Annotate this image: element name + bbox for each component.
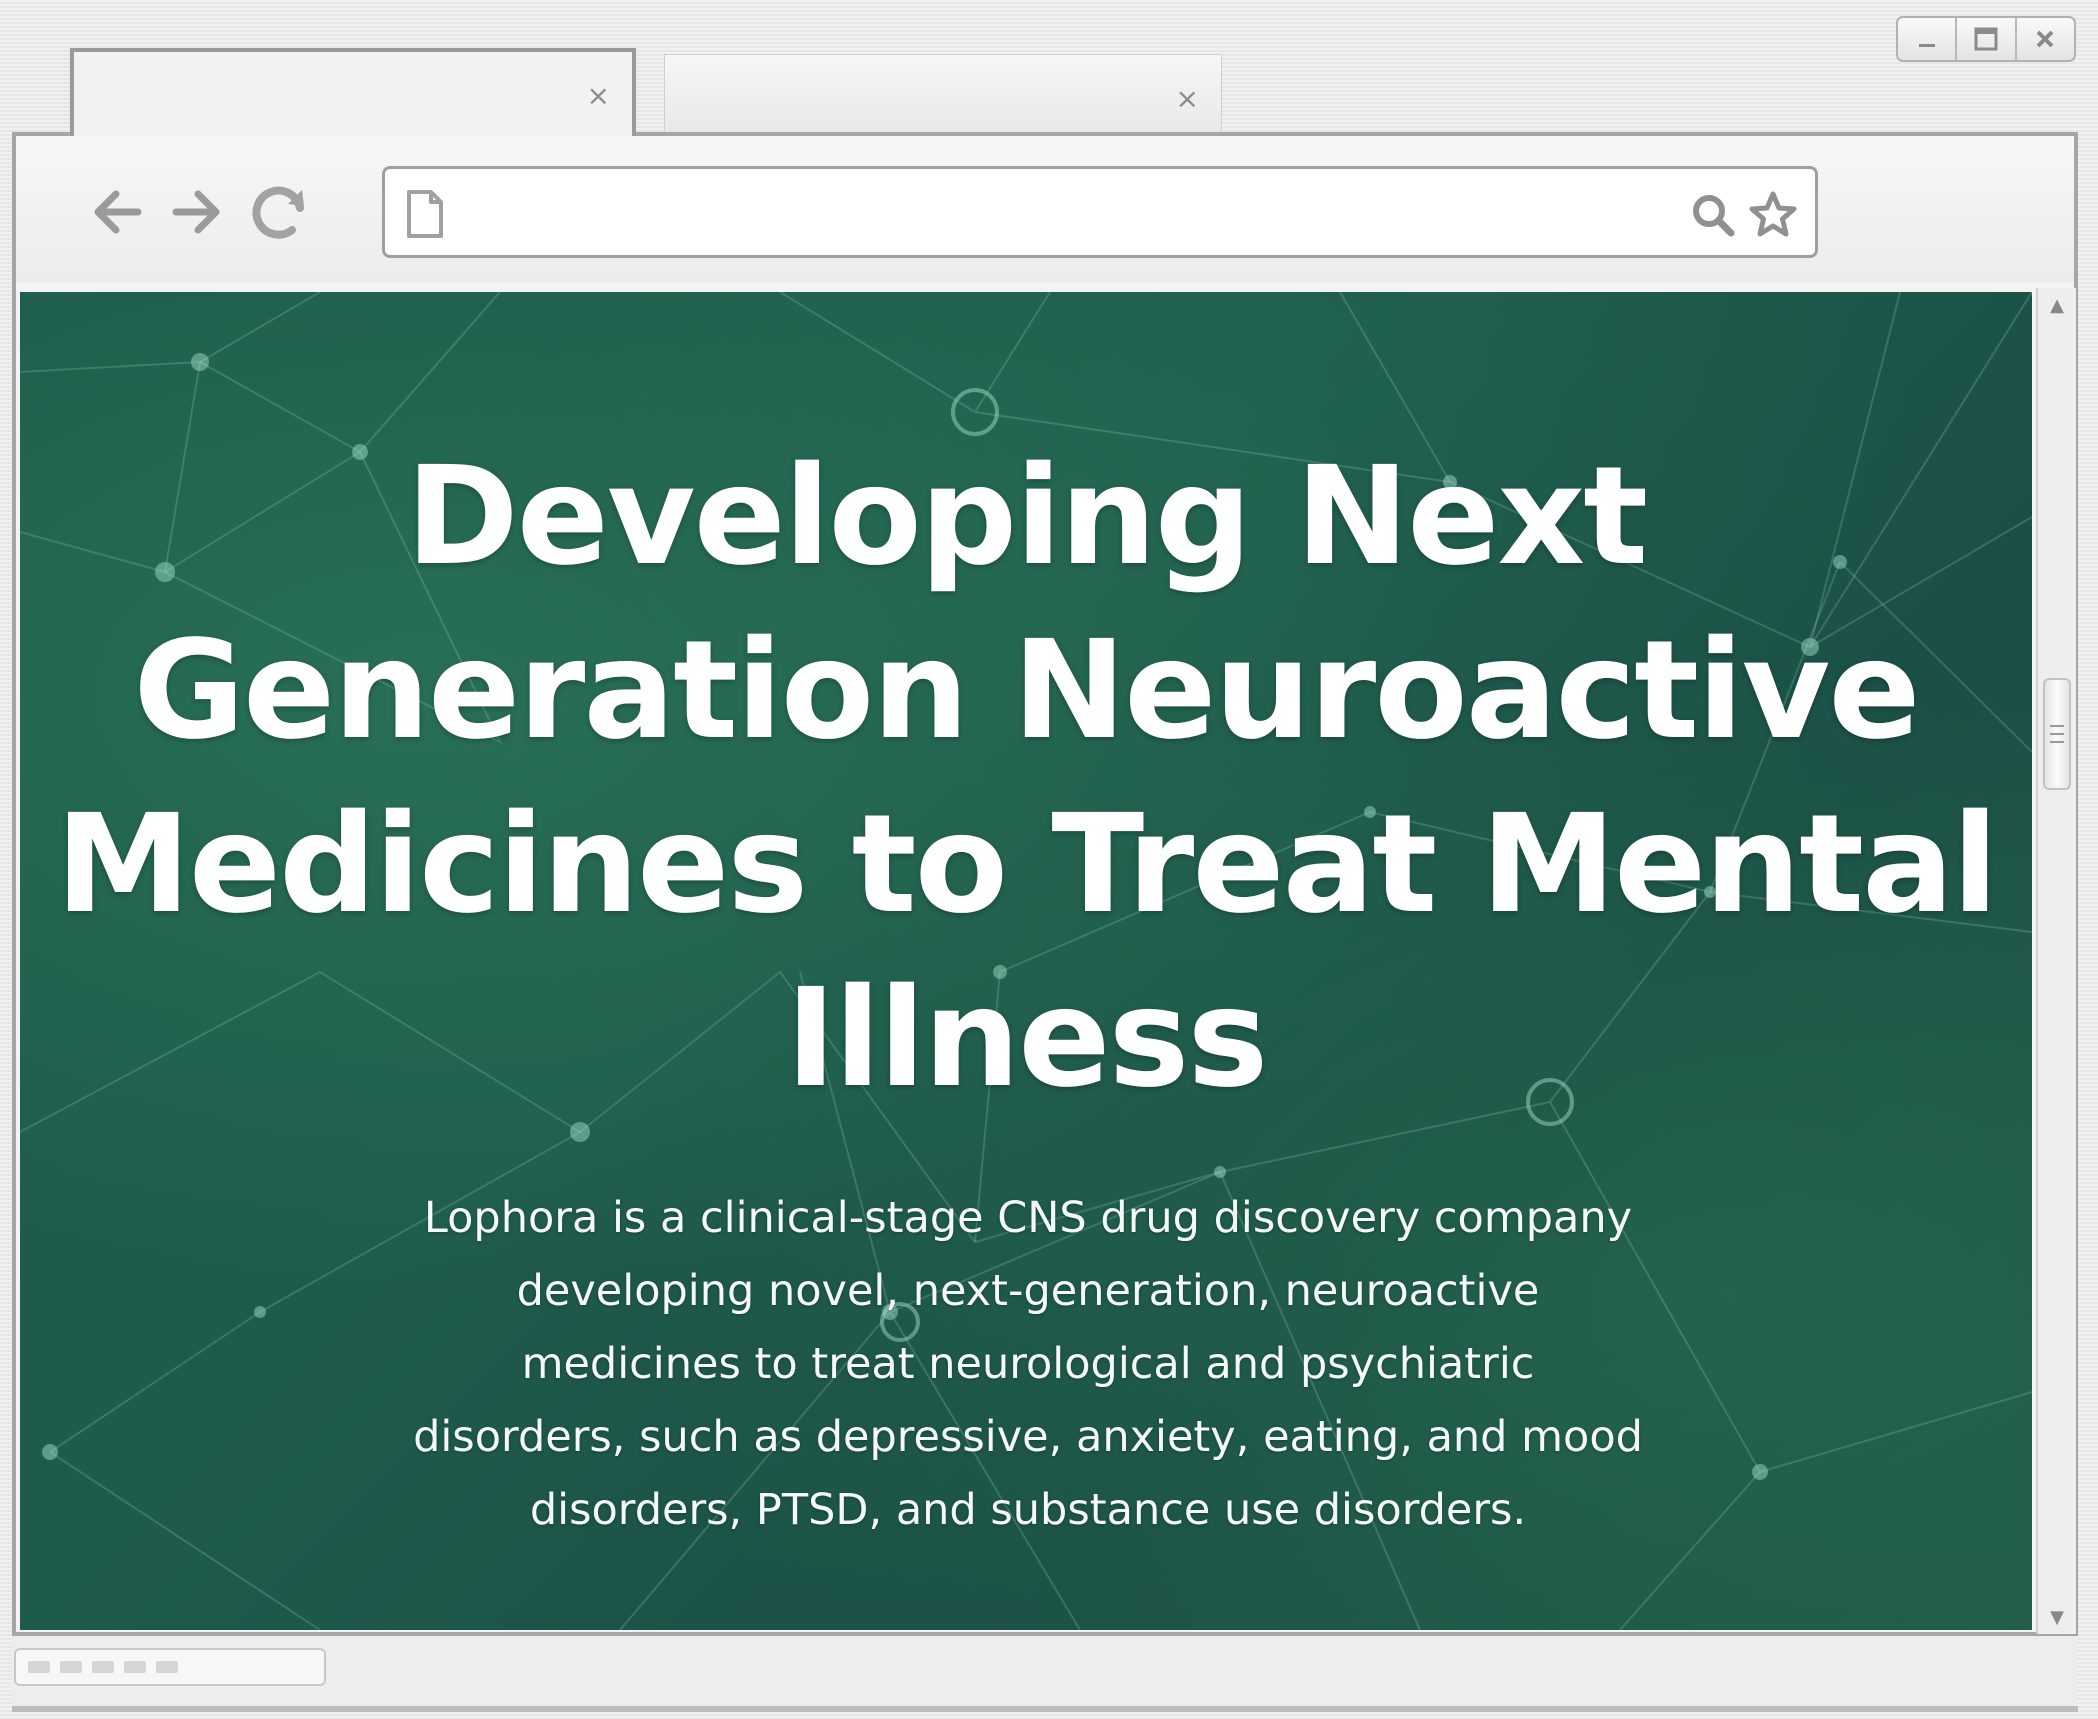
description-line: disorders, such as depressive, anxiety, … [413, 1412, 1643, 1462]
maximize-icon [1974, 27, 1998, 51]
back-button[interactable] [84, 178, 152, 246]
description-line: developing novel, next-generation, neuro… [516, 1266, 1540, 1316]
status-indicator [14, 1648, 326, 1686]
tab-close-icon[interactable]: × [1176, 85, 1199, 113]
tab-active[interactable]: × [70, 48, 636, 136]
forward-arrow-icon [172, 190, 220, 234]
headline-line: Developing Next [405, 438, 1648, 596]
forward-button[interactable] [162, 178, 230, 246]
description-line: Lophora is a clinical-stage CNS drug dis… [423, 1193, 1633, 1243]
headline-line: Generation Neuroactive [133, 612, 1920, 770]
close-window-button[interactable] [2014, 18, 2074, 60]
tab-inactive[interactable]: × [664, 54, 1222, 132]
back-arrow-icon [94, 190, 142, 234]
maximize-button[interactable] [1955, 18, 2014, 60]
window-bottom-edge [12, 1706, 2078, 1712]
tab-close-icon[interactable]: × [587, 82, 610, 110]
window-controls [1896, 16, 2076, 62]
address-bar[interactable] [382, 166, 1818, 258]
reload-icon [252, 186, 304, 239]
scroll-thumb[interactable] [2043, 678, 2071, 790]
vertical-scrollbar[interactable]: ▲ ▼ [2036, 288, 2076, 1634]
headline-line: Illness [785, 960, 1269, 1118]
bookmark-star-icon[interactable] [1747, 189, 1799, 241]
description-line: medicines to treat neurological and psyc… [521, 1339, 1535, 1389]
hero-headline: Developing Next Generation Neuroactive M… [20, 430, 2032, 1126]
minimize-button[interactable] [1898, 18, 1955, 60]
description-line: disorders, PTSD, and substance use disor… [529, 1485, 1527, 1535]
headline-line: Medicines to Treat Mental [55, 786, 1999, 944]
scroll-up-icon[interactable]: ▲ [2038, 290, 2076, 320]
minimize-icon [1918, 44, 1935, 47]
scroll-down-icon[interactable]: ▼ [2038, 1602, 2076, 1632]
url-input[interactable] [465, 187, 1649, 239]
search-icon[interactable] [1689, 191, 1737, 239]
reload-button[interactable] [246, 178, 314, 246]
page-icon [407, 190, 443, 238]
page-viewport: Developing Next Generation Neuroactive M… [20, 292, 2032, 1630]
hero-description: Lophora is a clinical-stage CNS drug dis… [310, 1182, 1746, 1547]
close-icon [2036, 30, 2054, 48]
